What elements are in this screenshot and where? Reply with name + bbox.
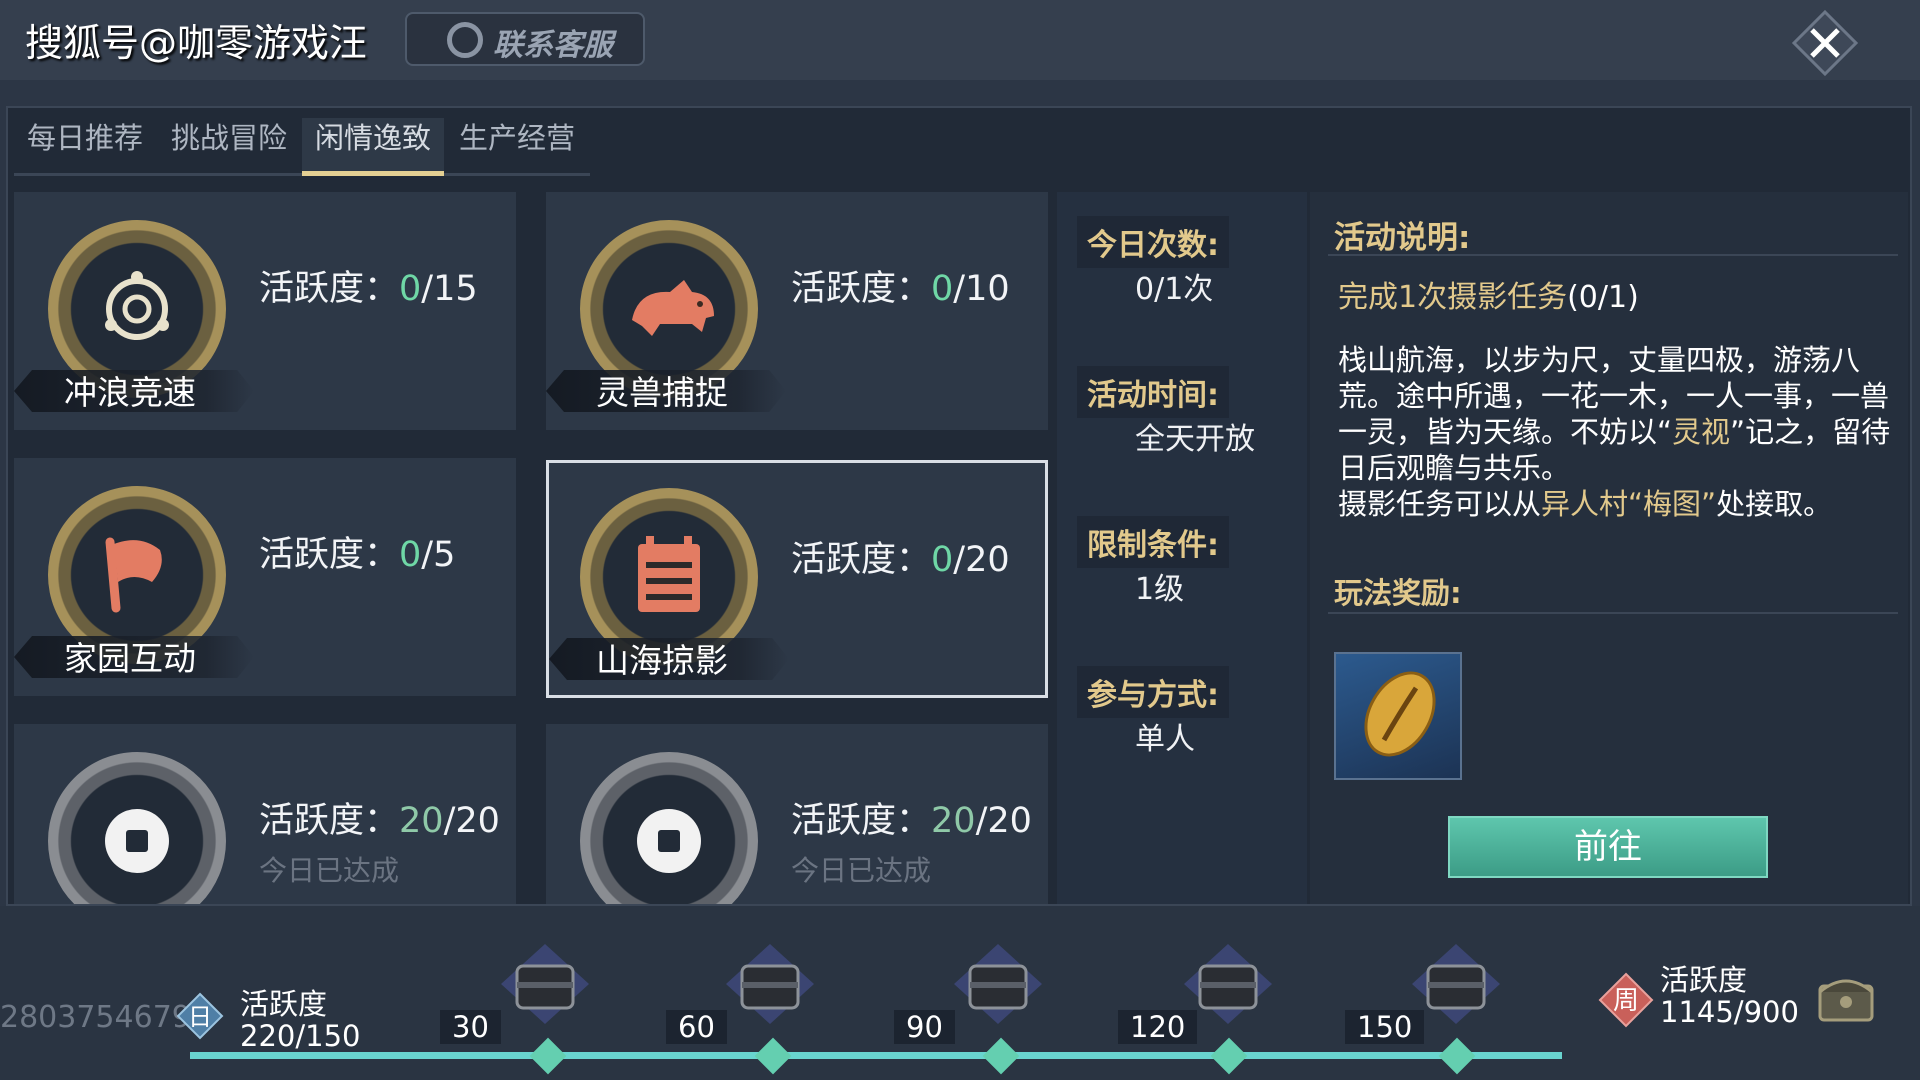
reward-heading: 玩法奖励: [1334, 576, 1462, 610]
milestone-label: 120 [1118, 1010, 1198, 1044]
support-headset-icon [447, 22, 483, 58]
daily-activity-value: 220/150 [240, 1019, 361, 1053]
treasure-chest-icon [950, 944, 1046, 1024]
daily-badge: 日 [176, 992, 224, 1040]
daily-activity-label: 活跃度 [240, 987, 328, 1021]
weekly-activity-summary: 活跃度 1145/900 [1660, 964, 1799, 1028]
watermark-text: 搜狐号@咖零游戏汪 [25, 21, 368, 65]
milestone-90[interactable] [950, 944, 1046, 1024]
activity-points: 活跃度：20/20 [791, 801, 1032, 841]
tab-label: 生产经营 [458, 121, 575, 155]
contact-support-label: 联系客服 [493, 28, 613, 63]
tab-label: 挑战冒险 [170, 121, 287, 155]
tab-label: 每日推荐 [26, 121, 143, 155]
participation-label: 参与方式: [1077, 666, 1229, 718]
daily-diamond-icon: 日 [176, 992, 224, 1040]
today-count-value: 0/1次 [1135, 272, 1214, 307]
card-name: 灵兽捕捉 [596, 373, 728, 412]
activity-points: 活跃度：0/15 [259, 269, 478, 309]
coin-icon [105, 809, 169, 873]
weekly-reward-chest[interactable] [1814, 970, 1878, 1026]
reward-item-slot[interactable] [1334, 652, 1462, 780]
activity-points: 活跃度：0/10 [791, 269, 1010, 309]
weekly-diamond-icon: 周 [1598, 972, 1654, 1028]
weekly-badge-label: 周 [1613, 986, 1639, 1016]
milestone-label: 30 [440, 1010, 501, 1044]
weekly-activity-label: 活跃度 [1660, 963, 1748, 997]
active-tab-indicator [302, 171, 444, 176]
divider [1328, 612, 1898, 614]
treasure-chest-icon [497, 944, 593, 1024]
treasure-chest-icon [1818, 979, 1874, 1022]
activity-time-label: 活动时间: [1077, 366, 1229, 418]
milestone-label: 90 [894, 1010, 955, 1044]
restriction-label: 限制条件: [1077, 516, 1229, 568]
activity-description-panel: 活动说明: 完成1次摄影任务(0/1) 栈山航海，以步为尺，丈量四极，游荡八荒。… [1310, 192, 1908, 904]
divider [1328, 254, 1898, 256]
tab-production[interactable]: 生产经营 [446, 118, 588, 176]
user-id: 2803754679 [0, 1000, 191, 1035]
today-count-label: 今日次数: [1077, 216, 1229, 268]
card-name: 冲浪竞速 [64, 373, 196, 412]
description-text: 栈山航海，以步为尺，丈量四极，游荡八荒。途中所遇，一花一木，一人一事，一兽一灵，… [1338, 343, 1891, 521]
milestone-label: 150 [1345, 1010, 1425, 1044]
activity-card-home-interaction[interactable]: 家园互动 活跃度：0/5 [14, 458, 516, 696]
milestone-30[interactable] [497, 944, 593, 1024]
description-heading: 活动说明: [1334, 220, 1471, 256]
activity-info-column: 今日次数: 0/1次 活动时间: 全天开放 限制条件: 1级 参与方式: 单人 [1057, 192, 1307, 904]
go-button[interactable]: 前往 [1448, 816, 1768, 878]
activity-points: 活跃度：0/20 [791, 540, 1010, 580]
activity-card-photography[interactable]: 山海掠影 活跃度：0/20 [546, 460, 1048, 698]
completed-note: 今日已达成 [791, 854, 932, 887]
tab-daily-recommend[interactable]: 每日推荐 [14, 118, 156, 176]
tab-label: 闲情逸致 [314, 121, 431, 155]
activity-medal [580, 752, 758, 904]
weekly-badge: 周 [1598, 972, 1654, 1028]
activity-card-completed[interactable]: 活跃度：20/20 今日已达成 [14, 724, 516, 904]
weekly-activity-value: 1145/900 [1660, 995, 1799, 1029]
activity-medal [48, 752, 226, 904]
milestone-label: 60 [666, 1010, 727, 1044]
completed-note: 今日已达成 [259, 854, 400, 887]
task-requirement: 完成1次摄影任务(0/1) [1338, 280, 1639, 315]
activity-card-beast-capture[interactable]: 灵兽捕捉 活跃度：0/10 [546, 192, 1048, 430]
daily-progress-track [190, 1052, 1562, 1059]
restriction-value: 1级 [1135, 572, 1185, 607]
contact-support-button[interactable]: 联系客服 [405, 12, 645, 66]
activity-card-completed[interactable]: 活跃度：20/20 今日已达成 [546, 724, 1048, 904]
close-icon [1791, 9, 1859, 77]
card-name: 家园互动 [64, 639, 196, 678]
daily-activity-summary: 活跃度 220/150 [240, 988, 360, 1052]
daily-progress-fill [190, 1052, 1562, 1059]
activity-time-value: 全天开放 [1135, 422, 1255, 457]
close-button[interactable] [1790, 8, 1860, 78]
activity-card-surf-race[interactable]: 冲浪竞速 活跃度：0/15 [14, 192, 516, 430]
tab-challenge-adventure[interactable]: 挑战冒险 [158, 118, 300, 176]
milestone-60[interactable] [722, 944, 818, 1024]
participation-value: 单人 [1135, 722, 1195, 757]
daily-badge-label: 日 [188, 1003, 212, 1031]
card-name: 山海掠影 [596, 641, 728, 680]
shell-icon [1364, 671, 1436, 757]
tab-leisure[interactable]: 闲情逸致 [302, 118, 444, 176]
activity-points: 活跃度：20/20 [259, 801, 500, 841]
coin-icon [637, 809, 701, 873]
treasure-chest-icon [722, 944, 818, 1024]
activity-points: 活跃度：0/5 [259, 535, 456, 575]
